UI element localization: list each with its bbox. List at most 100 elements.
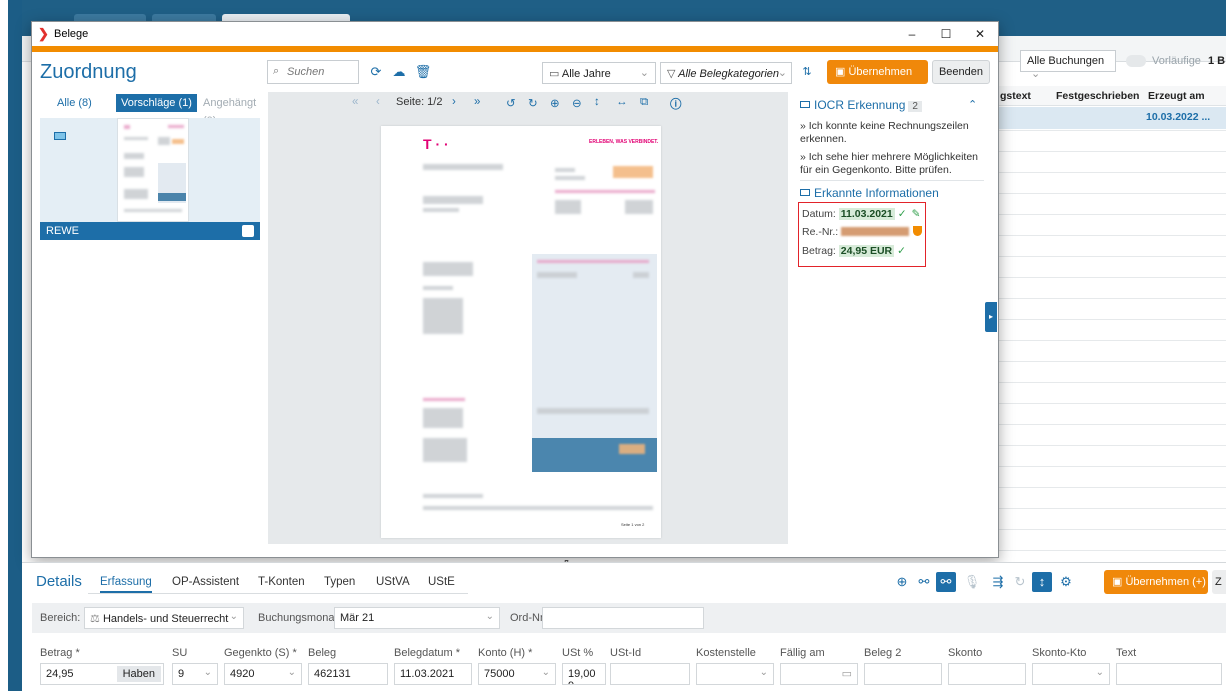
- ocr-icon: [800, 101, 810, 108]
- order-number-input[interactable]: [542, 607, 704, 629]
- credit-toggle[interactable]: Haben: [116, 666, 161, 682]
- chevron-down-icon: ⌄: [485, 611, 494, 622]
- cost-center-select[interactable]: ⌄: [696, 663, 774, 685]
- zoom-out-icon[interactable]: ⊖: [572, 96, 582, 110]
- upload-icon[interactable]: ☁: [390, 63, 408, 81]
- chevron-down-icon: ⌄: [229, 611, 238, 622]
- tab-attached[interactable]: Angehängt (0): [198, 94, 261, 127]
- close-button[interactable]: ✕: [966, 25, 994, 43]
- column-header[interactable]: gstext: [1000, 90, 1031, 102]
- add-icon[interactable]: ⊕: [892, 572, 912, 592]
- tab-typen[interactable]: Typen: [324, 576, 355, 588]
- column-header[interactable]: Festgeschrieben: [1056, 90, 1139, 102]
- rotate-left-icon[interactable]: ↺: [506, 96, 516, 110]
- invoice-number-label: Re.-Nr.:: [802, 226, 839, 238]
- fit-height-icon[interactable]: ↕: [594, 96, 600, 108]
- year-select-label: Alle Jahre: [561, 68, 611, 80]
- area-select[interactable]: ⚖ Handels- und Steuerrecht ⌄: [84, 607, 244, 629]
- microphone-icon[interactable]: 🎙: [962, 572, 982, 592]
- sort-icon[interactable]: ⇅: [798, 63, 816, 81]
- apply-booking-button[interactable]: ▣ Übernehmen (+): [1104, 570, 1208, 594]
- tab-suggestions[interactable]: Vorschläge (1): [116, 94, 197, 112]
- scales-icon: ⚖: [90, 613, 100, 625]
- last-page-icon[interactable]: »: [474, 96, 480, 108]
- table-row[interactable]: 10.03.2022 ...: [998, 107, 1226, 129]
- preliminary-toggle[interactable]: [1126, 55, 1146, 67]
- apply-booking-label: Übernehmen (+): [1125, 576, 1206, 588]
- document-card[interactable]: REWE: [40, 118, 260, 240]
- first-page-icon[interactable]: «: [352, 96, 358, 108]
- select-checkbox[interactable]: [242, 225, 254, 237]
- apply-button[interactable]: ▣ Übernehmen (1): [827, 60, 928, 102]
- amount-input[interactable]: 24,95 Haben: [40, 663, 164, 685]
- discount-account-select[interactable]: ⌄: [1032, 663, 1110, 685]
- tab-erfassung[interactable]: Erfassung: [100, 576, 152, 593]
- tab-ustva[interactable]: UStVA: [376, 576, 410, 588]
- check-icon: ✓: [897, 245, 906, 257]
- rotate-right-icon[interactable]: ↻: [528, 96, 538, 110]
- assign-icon[interactable]: ⚯: [936, 572, 956, 592]
- vat-rate-input[interactable]: 19,00 9: [562, 663, 606, 685]
- zoom-in-icon[interactable]: ⊕: [550, 96, 560, 110]
- table-row-divider: [998, 193, 1226, 194]
- discount-input[interactable]: [948, 663, 1026, 685]
- text-input[interactable]: [1116, 663, 1222, 685]
- info-icon[interactable]: ⓘ: [670, 96, 682, 112]
- invoice-number-value: [841, 227, 910, 236]
- vat-id-input[interactable]: [610, 663, 690, 685]
- search-input[interactable]: [287, 66, 357, 78]
- next-page-icon[interactable]: ›: [452, 96, 456, 108]
- cost-center-label: Kostenstelle: [696, 647, 756, 659]
- vat-id-label: USt-Id: [610, 647, 642, 659]
- dialog-title-bar: ❯ Belege – ☐ ✕: [32, 22, 998, 46]
- column-header[interactable]: Erzeugt am: [1148, 90, 1205, 102]
- open-external-icon[interactable]: ⧉: [640, 96, 648, 109]
- split-icon[interactable]: ⇶: [988, 572, 1008, 592]
- voucher2-input[interactable]: [864, 663, 942, 685]
- settings-icon[interactable]: ⚙: [1056, 572, 1076, 592]
- refresh-icon[interactable]: ⟳: [367, 63, 385, 81]
- edit-icon[interactable]: ✎: [912, 208, 921, 220]
- voucher-date-input[interactable]: 11.03.2021: [394, 663, 472, 685]
- calendar-icon[interactable]: ▭: [842, 667, 852, 680]
- minimize-button[interactable]: –: [898, 25, 926, 43]
- expand-panel-handle[interactable]: ▸: [985, 302, 997, 332]
- maximize-button[interactable]: ☐: [932, 25, 960, 43]
- account-select[interactable]: 75000 ⌄: [478, 663, 556, 685]
- trash-icon[interactable]: 🗑: [414, 63, 432, 81]
- area-label: Bereich:: [40, 612, 81, 624]
- tab-op-assistent[interactable]: OP-Assistent: [172, 576, 239, 588]
- link-icon[interactable]: ⚯: [914, 572, 934, 592]
- due-date-input[interactable]: ▭: [780, 663, 858, 685]
- table-row-divider: [998, 172, 1226, 173]
- finish-button[interactable]: Beenden: [932, 60, 990, 84]
- reload-icon[interactable]: ↻: [1010, 572, 1030, 592]
- document-thumbnail[interactable]: [117, 118, 189, 222]
- tab-t-konten[interactable]: T-Konten: [258, 576, 305, 588]
- contra-account-select[interactable]: 4920 ⌄: [224, 663, 302, 685]
- previous-page-icon[interactable]: ‹: [376, 96, 380, 108]
- category-select[interactable]: ▽ Alle Belegkategorien ⌄: [660, 62, 792, 84]
- amount-label: Betrag:: [802, 245, 836, 257]
- date-row: Datum: 11.03.2021 ✓ ✎: [802, 208, 920, 220]
- bookings-filter-select[interactable]: Alle Buchungen ⌄: [1020, 50, 1116, 80]
- date-value: 11.03.2021: [838, 208, 895, 220]
- document-viewer: « ‹ Seite: 1/2 › » ↺ ↻ ⊕ ⊖ ↕ ↔ ⧉ ⓘ T · ·…: [268, 92, 788, 544]
- fit-width-icon[interactable]: ↔: [616, 96, 628, 108]
- sort-vertical-icon[interactable]: ↕: [1032, 572, 1052, 592]
- search-box[interactable]: ⌕: [267, 60, 359, 84]
- truncated-button[interactable]: Z: [1212, 570, 1226, 594]
- ocr-section-header[interactable]: IOCR Erkennung 2: [800, 98, 922, 112]
- table-row-divider: [998, 508, 1226, 509]
- year-select[interactable]: ▭ Alle Jahre ⌄: [542, 62, 656, 84]
- month-select[interactable]: Mär 21 ⌄: [334, 607, 500, 629]
- collapse-icon[interactable]: ⌃: [968, 98, 977, 111]
- table-row-divider: [998, 550, 1226, 551]
- app-logo-icon: ❯: [38, 26, 49, 41]
- tab-uste[interactable]: UStE: [428, 576, 455, 588]
- document-type-icon: [54, 132, 66, 140]
- tab-all[interactable]: Alle (8): [52, 94, 97, 112]
- voucher-input[interactable]: 462131: [308, 663, 388, 685]
- table-row-divider: [998, 256, 1226, 257]
- su-select[interactable]: 9 ⌄: [172, 663, 218, 685]
